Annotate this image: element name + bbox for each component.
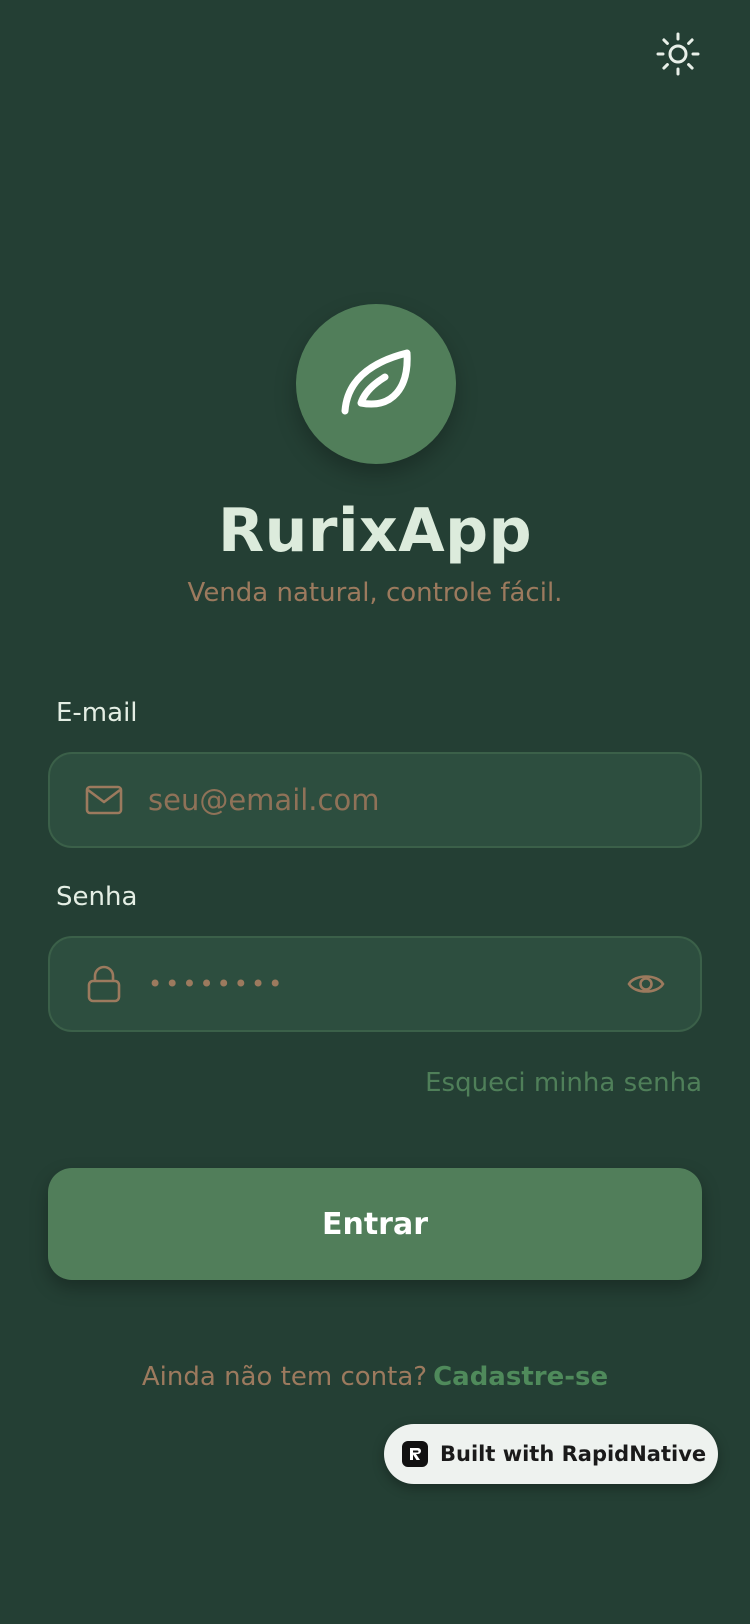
signup-link[interactable]: Cadastre-se [433,1362,608,1392]
lock-icon [84,964,124,1004]
login-button[interactable]: Entrar [48,1168,702,1280]
email-input[interactable] [148,754,700,846]
signup-prompt: Ainda não tem conta? [141,1362,428,1392]
app-tagline: Venda natural, controle fácil. [187,578,563,608]
badge-label: Built with RapidNative [440,1442,707,1466]
rapidnative-logo-icon [402,1441,428,1467]
forgot-password-link[interactable]: Esqueci minha senha [425,1068,702,1098]
app-title: RurixApp [217,496,533,566]
leaf-icon [337,343,415,425]
theme-toggle-button[interactable] [652,30,704,82]
mail-icon [84,780,124,820]
password-field[interactable] [48,936,702,1032]
sun-icon [655,31,701,81]
email-field[interactable] [48,752,702,848]
password-label: Senha [56,882,138,912]
signup-row: Ainda não tem conta? Cadastre-se [0,1362,750,1392]
built-with-badge[interactable]: Built with RapidNative [384,1424,718,1484]
password-input[interactable] [148,938,624,1030]
login-screen: RurixApp Venda natural, controle fácil. … [0,0,750,1624]
email-label: E-mail [56,698,138,728]
app-logo [296,304,456,464]
eye-icon[interactable] [624,962,668,1006]
